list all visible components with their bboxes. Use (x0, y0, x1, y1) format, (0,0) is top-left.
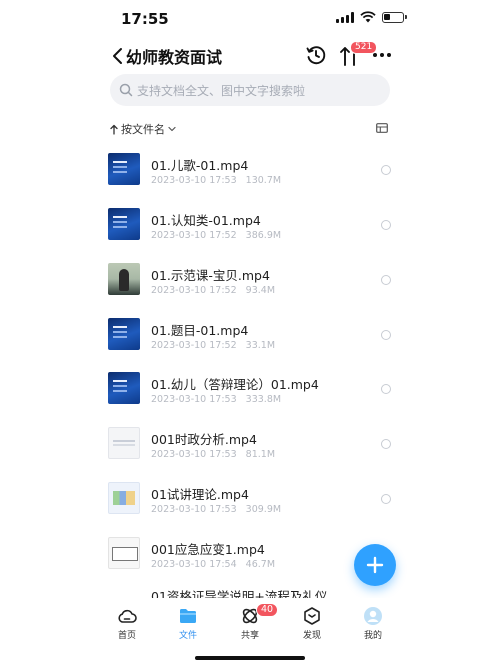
file-date: 2023-03-10 17:53 (151, 394, 237, 405)
sort-selector[interactable]: 按文件名 (110, 121, 176, 137)
select-checkbox[interactable] (381, 220, 391, 230)
select-checkbox[interactable] (381, 275, 391, 285)
file-date: 2023-03-10 17:52 (151, 230, 237, 241)
video-thumbnail (108, 537, 140, 569)
file-size: 333.8M (245, 394, 282, 405)
history-icon[interactable] (305, 44, 327, 66)
video-thumbnail (108, 208, 140, 240)
file-name: 01.题目-01.mp4 (151, 323, 249, 338)
file-name: 01资格证导学说明+流程及礼仪 (151, 589, 328, 598)
tab-me[interactable]: 我的 (353, 606, 393, 642)
file-row[interactable]: 001时政分析.mp4 2023-03-10 17:53 81.1M (0, 420, 500, 468)
status-icons (336, 11, 407, 23)
file-name: 01.幼儿（答辩理论）01.mp4 (151, 377, 319, 392)
file-date: 2023-03-10 17:54 (151, 559, 237, 570)
file-size: 93.4M (245, 285, 276, 296)
file-name: 001应急应变1.mp4 (151, 542, 265, 557)
search-input[interactable]: 支持文档全文、图中文字搜索啦 (110, 74, 390, 106)
file-meta: 2023-03-10 17:53 130.7M (151, 175, 281, 186)
file-size: 81.1M (245, 449, 276, 460)
avatar-icon (364, 607, 382, 625)
share-badge: 40 (256, 603, 279, 617)
status-bar: 17:55 (0, 0, 500, 38)
discover-icon (304, 607, 320, 625)
file-size: 33.1M (245, 340, 276, 351)
file-row[interactable]: 01.幼儿（答辩理论）01.mp4 2023-03-10 17:53 333.8… (0, 365, 500, 413)
file-name: 01试讲理论.mp4 (151, 487, 249, 502)
video-thumbnail (108, 153, 140, 185)
file-name: 01.认知类-01.mp4 (151, 213, 261, 228)
search-placeholder: 支持文档全文、图中文字搜索啦 (137, 84, 306, 98)
tab-label: 首页 (117, 631, 136, 641)
add-button[interactable] (354, 544, 396, 586)
nav-header: 幼师教资面试 (0, 38, 500, 74)
tab-label: 共享 (240, 631, 259, 641)
cloud-icon (118, 609, 137, 623)
file-row[interactable]: 001应急应变1.mp4 2023-03-10 17:54 46.7M (0, 530, 500, 578)
select-checkbox[interactable] (381, 384, 391, 394)
file-meta: 2023-03-10 17:53 333.8M (151, 394, 281, 405)
file-name: 001时政分析.mp4 (151, 432, 257, 447)
search-icon (119, 83, 133, 97)
file-meta: 2023-03-10 17:54 46.7M (151, 559, 275, 570)
file-row[interactable]: 01试讲理论.mp4 2023-03-10 17:53 309.9M (0, 475, 500, 523)
folder-icon (180, 609, 196, 623)
file-meta: 2023-03-10 17:53 309.9M (151, 504, 281, 515)
file-row[interactable]: 01.题目-01.mp4 2023-03-10 17:52 33.1M (0, 311, 500, 359)
file-date: 2023-03-10 17:53 (151, 504, 237, 515)
file-size: 309.9M (245, 504, 282, 515)
tab-discover[interactable]: 发现 (292, 606, 332, 642)
sort-arrow-icon (110, 124, 118, 135)
tab-label: 发现 (302, 631, 321, 641)
signal-icon (336, 11, 354, 23)
file-meta: 2023-03-10 17:52 386.9M (151, 230, 281, 241)
back-icon[interactable] (108, 44, 128, 68)
file-size: 386.9M (245, 230, 282, 241)
select-checkbox[interactable] (381, 330, 391, 340)
select-checkbox[interactable] (381, 439, 391, 449)
tab-label: 我的 (363, 631, 382, 641)
file-row[interactable]: 01资格证导学说明+流程及礼仪 (0, 584, 500, 598)
file-row[interactable]: 01.认知类-01.mp4 2023-03-10 17:52 386.9M (0, 201, 500, 249)
wifi-icon (360, 11, 376, 23)
sort-label: 按文件名 (121, 123, 165, 136)
video-thumbnail (108, 482, 140, 514)
file-date: 2023-03-10 17:53 (151, 449, 237, 460)
plus-icon (366, 556, 384, 574)
file-meta: 2023-03-10 17:52 93.4M (151, 285, 275, 296)
page-title: 幼师教资面试 (126, 48, 223, 67)
view-mode-icon[interactable] (376, 123, 388, 133)
file-date: 2023-03-10 17:52 (151, 340, 237, 351)
file-row[interactable]: 01.示范课-宝贝.mp4 2023-03-10 17:52 93.4M (0, 256, 500, 304)
file-name: 01.儿歌-01.mp4 (151, 158, 249, 173)
home-indicator (195, 656, 305, 660)
file-meta: 2023-03-10 17:52 33.1M (151, 340, 275, 351)
video-thumbnail (108, 427, 140, 459)
tab-files[interactable]: 文件 (168, 606, 208, 642)
video-thumbnail (108, 372, 140, 404)
file-meta: 2023-03-10 17:53 81.1M (151, 449, 275, 460)
battery-icon (382, 11, 407, 23)
file-date: 2023-03-10 17:53 (151, 175, 237, 186)
select-checkbox[interactable] (381, 165, 391, 175)
file-size: 130.7M (245, 175, 282, 186)
status-time: 17:55 (121, 10, 169, 28)
notification-badge: 521 (350, 41, 378, 54)
chevron-down-icon (168, 126, 176, 132)
file-row[interactable]: 01.儿歌-01.mp4 2023-03-10 17:53 130.7M (0, 146, 500, 194)
tab-label: 文件 (178, 631, 197, 641)
tab-home[interactable]: 首页 (107, 606, 147, 642)
file-date: 2023-03-10 17:52 (151, 285, 237, 296)
file-size: 46.7M (245, 559, 276, 570)
video-thumbnail (108, 263, 140, 295)
file-name: 01.示范课-宝贝.mp4 (151, 268, 270, 283)
select-checkbox[interactable] (381, 494, 391, 504)
video-thumbnail (108, 318, 140, 350)
